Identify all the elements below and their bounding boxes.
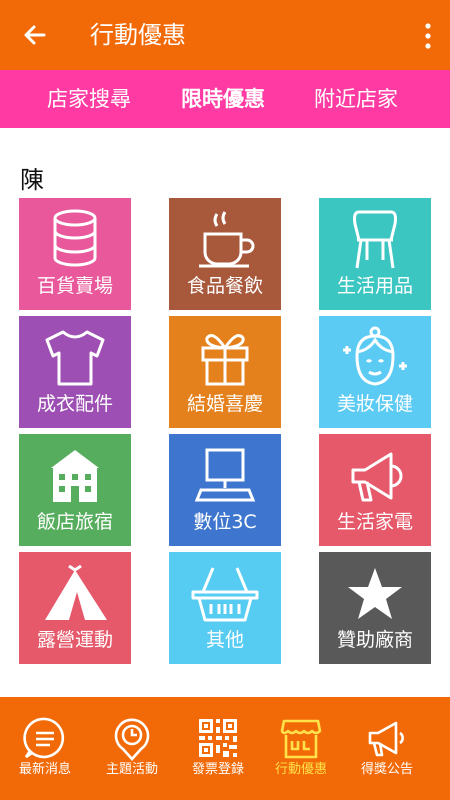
category-label: 數位3C — [193, 511, 257, 533]
nav-latest-news[interactable]: 最新消息 — [0, 697, 90, 800]
clock-pin-icon — [114, 718, 150, 761]
category-tile-others[interactable]: 其他 — [169, 552, 281, 664]
hotel-icon — [51, 450, 99, 502]
category-label: 成衣配件 — [36, 393, 113, 415]
app-bar: 行動優惠 — [0, 0, 450, 70]
category-tile-beauty[interactable]: 美妝保健 — [319, 316, 431, 428]
tshirt-icon — [45, 330, 105, 386]
gift-icon — [201, 334, 249, 386]
tent-icon — [45, 564, 107, 620]
category-tile-camping[interactable]: 露營運動 — [19, 552, 131, 664]
category-label: 贊助廠商 — [336, 629, 413, 651]
category-tile-department-store[interactable]: 百貨賣場 — [19, 198, 131, 310]
nav-invoice-register[interactable]: 發票登錄 — [173, 697, 263, 800]
category-label: 百貨賣場 — [36, 275, 113, 297]
nav-label: 主題活動 — [105, 762, 158, 777]
basket-icon — [191, 567, 259, 622]
category-tile-wedding[interactable]: 結婚喜慶 — [169, 316, 281, 428]
megaphone-icon — [351, 452, 403, 502]
coffee-cup-icon — [199, 211, 255, 268]
qrcode-icon — [199, 719, 237, 757]
category-label: 其他 — [205, 629, 244, 651]
category-tile-daily-goods[interactable]: 生活用品 — [319, 198, 431, 310]
nav-label: 發票登錄 — [191, 762, 244, 777]
category-tile-hotel[interactable]: 飯店旅宿 — [19, 434, 131, 546]
tab-limited-offers[interactable]: 限時優惠 — [181, 82, 265, 116]
shop-icon — [280, 719, 322, 759]
database-icon — [53, 209, 97, 267]
tab-store-search[interactable]: 店家搜尋 — [47, 82, 131, 116]
back-arrow-icon[interactable] — [20, 20, 50, 50]
category-label: 結婚喜慶 — [186, 393, 263, 415]
section-title: 陳 — [20, 166, 44, 194]
category-label: 生活用品 — [336, 275, 413, 297]
nav-mobile-offers[interactable]: 行動優惠 — [256, 697, 346, 800]
category-label: 飯店旅宿 — [36, 511, 113, 533]
category-label: 露營運動 — [36, 629, 113, 651]
category-tile-digital-3c[interactable]: 數位3C — [169, 434, 281, 546]
tab-nearby-stores[interactable]: 附近店家 — [314, 82, 398, 116]
nav-label: 行動優惠 — [274, 762, 327, 777]
message-icon — [23, 717, 65, 759]
category-label: 食品餐飲 — [186, 275, 263, 297]
nav-events[interactable]: 主題活動 — [87, 697, 177, 800]
face-icon — [343, 326, 407, 386]
nav-label: 最新消息 — [18, 762, 71, 777]
category-label: 美妝保健 — [336, 393, 413, 415]
category-label: 生活家電 — [336, 511, 413, 533]
computer-icon — [194, 448, 256, 502]
category-tile-appliances[interactable]: 生活家電 — [319, 434, 431, 546]
sub-tab-bar: 店家搜尋 限時優惠 附近店家 — [0, 70, 450, 128]
megaphone-icon — [368, 721, 404, 757]
page-title: 行動優惠 — [90, 21, 186, 49]
star-icon — [348, 568, 402, 619]
nav-winners[interactable]: 得獎公告 — [342, 697, 432, 800]
more-vert-icon[interactable] — [420, 22, 436, 50]
category-tile-clothing[interactable]: 成衣配件 — [19, 316, 131, 428]
category-tile-sponsors[interactable]: 贊助廠商 — [319, 552, 431, 664]
nav-label: 得獎公告 — [360, 762, 413, 777]
bottom-nav: 最新消息 主題活動 發票登錄 行動優惠 得獎公告 — [0, 697, 450, 800]
chair-icon — [353, 210, 397, 269]
category-tile-food[interactable]: 食品餐飲 — [169, 198, 281, 310]
